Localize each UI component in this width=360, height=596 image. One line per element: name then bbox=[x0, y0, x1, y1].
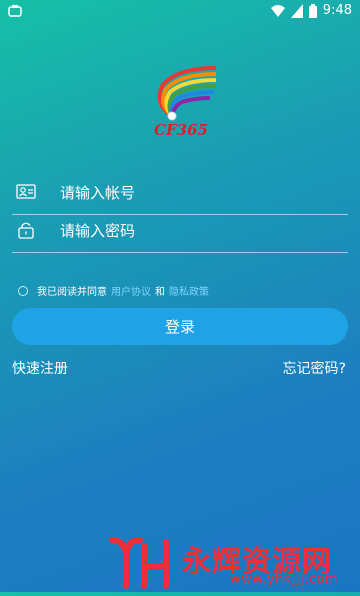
wifi-icon bbox=[270, 4, 285, 17]
user-agreement-link[interactable]: 用户协议 bbox=[111, 283, 151, 298]
rainbow-logo-icon bbox=[157, 66, 217, 121]
lock-icon bbox=[18, 222, 34, 239]
account-input[interactable]: 请输入帐号 bbox=[60, 182, 135, 203]
status-time: 9:48 bbox=[322, 3, 352, 18]
login-button[interactable]: 登录 bbox=[12, 308, 348, 345]
password-input[interactable]: 请输入密码 bbox=[60, 220, 135, 241]
logo-text: CF365 bbox=[154, 121, 208, 139]
agreement-prefix: 我已阅读并同意 bbox=[37, 287, 107, 298]
signal-icon bbox=[290, 3, 303, 18]
user-card-icon bbox=[16, 184, 36, 199]
watermark: 永辉资源网 www.yhkjjj.com bbox=[108, 536, 352, 592]
watermark-url: www.yhkjjj.com bbox=[230, 572, 339, 587]
agreement-and: 和 bbox=[155, 287, 165, 298]
watermark-logo-icon bbox=[109, 537, 169, 589]
agreement-row: 我已阅读并同意 用户协议和隐私政策 bbox=[18, 283, 209, 298]
register-link[interactable]: 快速注册 bbox=[12, 358, 68, 378]
status-bar: 9:48 bbox=[0, 0, 360, 24]
agree-radio[interactable] bbox=[18, 285, 28, 296]
battery-icon bbox=[308, 3, 317, 18]
app-notification-icon bbox=[8, 5, 22, 17]
privacy-policy-link[interactable]: 隐私政策 bbox=[169, 283, 209, 298]
account-field[interactable]: 请输入帐号 bbox=[12, 174, 348, 215]
forgot-password-link[interactable]: 忘记密码? bbox=[283, 358, 346, 378]
app-logo: CF365 bbox=[142, 60, 220, 140]
password-field[interactable]: 请输入密码 bbox=[12, 212, 348, 253]
